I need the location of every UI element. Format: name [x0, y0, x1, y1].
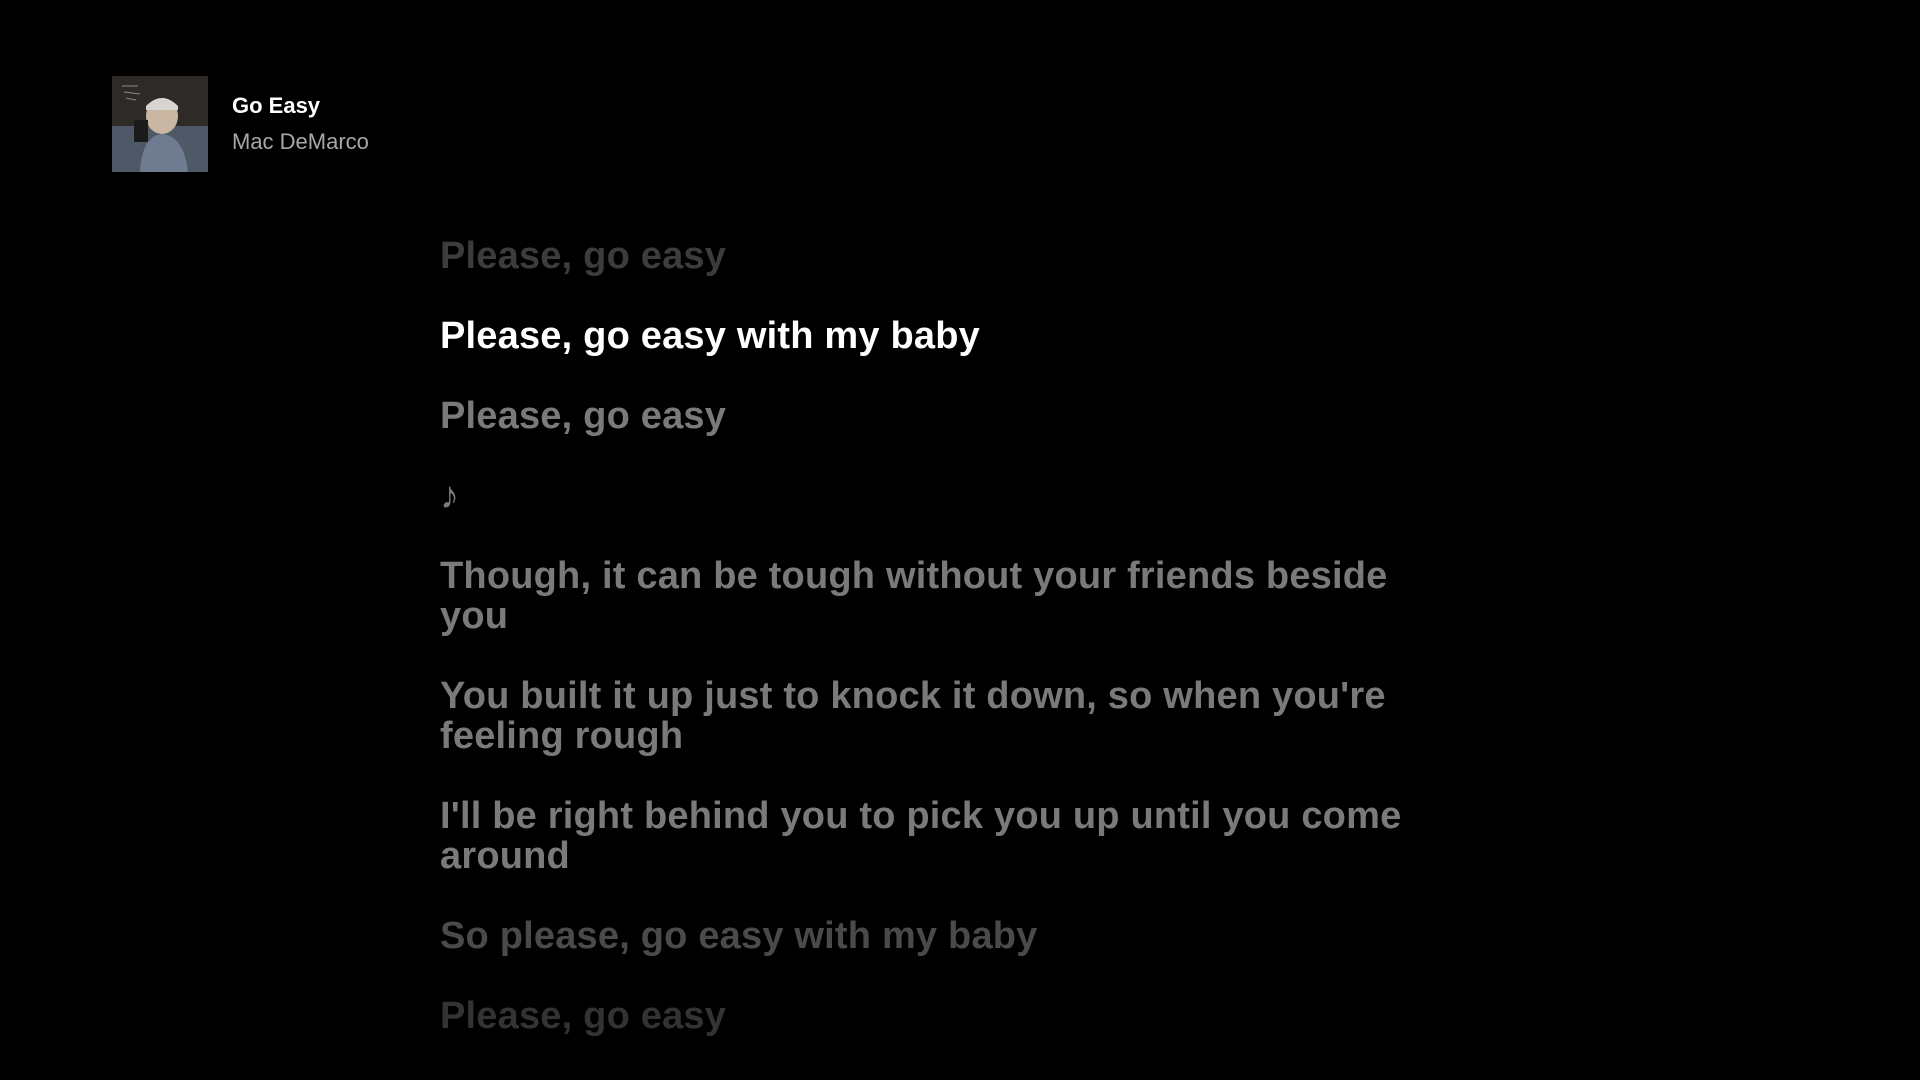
lyric-line[interactable]: Please, go easy — [440, 236, 1440, 276]
track-artist[interactable]: Mac DeMarco — [232, 128, 369, 156]
lyric-line[interactable]: Please, go easy — [440, 396, 1440, 436]
lyric-line[interactable]: Though, it can be tough without your fri… — [440, 556, 1440, 636]
album-art[interactable] — [112, 76, 208, 172]
lyric-line[interactable]: So please, go easy with my baby — [440, 916, 1440, 956]
lyric-line-instrumental[interactable]: ♪ — [440, 476, 1440, 516]
lyric-line[interactable]: I'll be right behind you to pick you up … — [440, 796, 1440, 876]
lyric-line-active[interactable]: Please, go easy with my baby — [440, 316, 1440, 356]
lyric-line[interactable]: You built it up just to knock it down, s… — [440, 676, 1440, 756]
lyrics-panel: Please, go easy Please, go easy with my … — [440, 236, 1440, 1076]
track-meta: Go Easy Mac DeMarco — [232, 92, 369, 156]
now-playing-header: Go Easy Mac DeMarco — [112, 76, 369, 172]
lyric-line[interactable]: Please, go easy — [440, 996, 1440, 1036]
track-title[interactable]: Go Easy — [232, 92, 369, 120]
album-cover-icon — [112, 76, 208, 172]
